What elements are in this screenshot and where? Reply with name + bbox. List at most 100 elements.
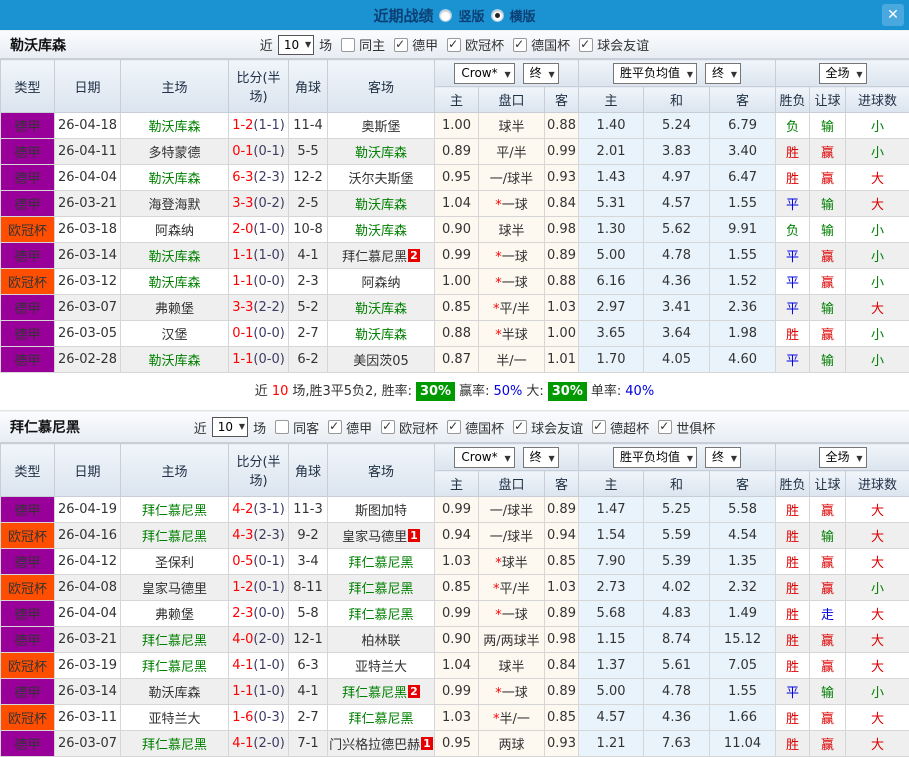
away-team-name[interactable]: 勒沃库森	[355, 224, 407, 239]
odds-home: 0.99	[435, 497, 479, 523]
odds-company-select[interactable]: Crow*	[454, 63, 514, 84]
league-filter-checkbox[interactable]	[447, 38, 461, 52]
away-team-name[interactable]: 拜仁慕尼黑	[342, 250, 407, 265]
odds-away: 0.89	[545, 601, 579, 627]
result-outcome: 平	[776, 347, 810, 373]
result-outcome: 平	[776, 679, 810, 705]
score-fulltime: 0-5	[232, 554, 253, 569]
mean-type-select[interactable]: 胜平负均值	[613, 63, 697, 84]
away-team-name[interactable]: 拜仁慕尼黑	[348, 712, 413, 727]
home-team-name[interactable]: 勒沃库森	[148, 354, 200, 369]
mean-type-select[interactable]: 胜平负均值	[613, 447, 697, 468]
home-team-name[interactable]: 拜仁慕尼黑	[142, 738, 207, 753]
subcol-header: 和	[644, 87, 710, 113]
home-team-name[interactable]: 亚特兰大	[148, 712, 200, 727]
odds-away: 0.89	[545, 243, 579, 269]
home-team-name[interactable]: 勒沃库森	[148, 686, 200, 701]
odds-company-select[interactable]: Crow*	[454, 447, 514, 468]
scope-select[interactable]: 全场	[819, 447, 867, 468]
handicap-line: *一球	[479, 243, 545, 269]
home-team-name[interactable]: 海登海默	[148, 198, 200, 213]
titlebar: 近期战绩 竖版 横版 ✕	[0, 0, 909, 30]
odds-stage-select[interactable]: 终	[523, 63, 559, 84]
score-fulltime: 1-1	[232, 274, 253, 289]
away-team-name[interactable]: 门兴格拉德巴赫	[329, 738, 420, 753]
odds-stage-select[interactable]: 终	[523, 447, 559, 468]
away-team-name[interactable]: 美因茨05	[353, 354, 409, 369]
home-team-name[interactable]: 拜仁慕尼黑	[142, 504, 207, 519]
home-team-name[interactable]: 拜仁慕尼黑	[142, 634, 207, 649]
handicap-line: *一球	[479, 269, 545, 295]
home-team-name[interactable]: 弗赖堡	[155, 608, 194, 623]
league-filter-checkbox[interactable]	[658, 420, 672, 434]
subcol-header: 客	[545, 87, 579, 113]
league-filter-checkbox[interactable]	[447, 420, 461, 434]
mean-stage-select[interactable]: 终	[705, 63, 741, 84]
league-filter-checkbox[interactable]	[513, 38, 527, 52]
home-team-name[interactable]: 拜仁慕尼黑	[142, 660, 207, 675]
league-filter-checkbox[interactable]	[394, 38, 408, 52]
league-filter-checkbox[interactable]	[579, 38, 593, 52]
home-team-name[interactable]: 勒沃库森	[148, 276, 200, 291]
away-team-name[interactable]: 勒沃库森	[355, 302, 407, 317]
close-button[interactable]: ✕	[882, 4, 904, 26]
result-handicap: 赢	[810, 575, 846, 601]
home-team-name[interactable]: 多特蒙德	[148, 146, 200, 161]
away-team-name[interactable]: 勒沃库森	[355, 146, 407, 161]
recent-count-select[interactable]: 10	[278, 35, 314, 55]
same-venue-checkbox[interactable]	[275, 420, 289, 434]
away-team-name[interactable]: 奥斯堡	[361, 120, 400, 135]
away-team-name[interactable]: 拜仁慕尼黑	[348, 582, 413, 597]
score-cell: 1-2(0-1)	[229, 575, 289, 601]
home-team-name[interactable]: 阿森纳	[155, 224, 194, 239]
home-team-name[interactable]: 皇家马德里	[142, 582, 207, 597]
subcol-header: 客	[545, 471, 579, 497]
league-filter-checkbox[interactable]	[513, 420, 527, 434]
home-team-name[interactable]: 勒沃库森	[148, 172, 200, 187]
home-team-cell: 海登海默	[121, 191, 229, 217]
odds-home: 0.99	[435, 601, 479, 627]
away-team-name[interactable]: 柏林联	[361, 634, 400, 649]
league-type-badge: 德甲	[1, 191, 55, 217]
layout-radio-vertical-label[interactable]: 竖版	[458, 6, 484, 25]
away-team-name[interactable]: 皇家马德里	[342, 530, 407, 545]
home-team-cell: 拜仁慕尼黑	[121, 523, 229, 549]
home-team-name[interactable]: 勒沃库森	[148, 120, 200, 135]
scope-select[interactable]: 全场	[819, 63, 867, 84]
mean-stage-select[interactable]: 终	[705, 447, 741, 468]
league-filter-checkbox[interactable]	[592, 420, 606, 434]
mean-away: 2.36	[710, 295, 776, 321]
mean-away: 1.55	[710, 679, 776, 705]
away-team-name[interactable]: 勒沃库森	[355, 328, 407, 343]
home-team-name[interactable]: 勒沃库森	[148, 250, 200, 265]
layout-radio-vertical[interactable]	[439, 9, 452, 22]
league-filter-checkbox[interactable]	[328, 420, 342, 434]
layout-radio-horizontal[interactable]	[491, 9, 504, 22]
home-team-name[interactable]: 圣保利	[155, 556, 194, 571]
score-halftime: (0-0)	[253, 274, 284, 289]
away-team-name[interactable]: 拜仁慕尼黑	[348, 608, 413, 623]
away-team-name[interactable]: 斯图加特	[355, 504, 407, 519]
match-date: 26-04-11	[55, 139, 121, 165]
handicap-text: 球半	[502, 556, 528, 571]
recent-count-select[interactable]: 10	[212, 417, 248, 437]
result-goals: 大	[846, 549, 909, 575]
home-team-name[interactable]: 拜仁慕尼黑	[142, 530, 207, 545]
home-team-name[interactable]: 弗赖堡	[155, 302, 194, 317]
home-team-cell: 弗赖堡	[121, 295, 229, 321]
big-rate-label: 大:	[526, 384, 543, 399]
mean-draw: 5.62	[644, 217, 710, 243]
away-team-name[interactable]: 阿森纳	[361, 276, 400, 291]
away-team-name[interactable]: 亚特兰大	[355, 660, 407, 675]
subcol-header: 客	[710, 87, 776, 113]
away-team-name[interactable]: 沃尔夫斯堡	[348, 172, 413, 187]
home-team-name[interactable]: 汉堡	[161, 328, 187, 343]
handicap-text: 两球	[498, 738, 524, 753]
away-team-name[interactable]: 拜仁慕尼黑	[348, 556, 413, 571]
league-filter-checkbox[interactable]	[381, 420, 395, 434]
same-venue-checkbox[interactable]	[341, 38, 355, 52]
odds-away: 1.01	[545, 347, 579, 373]
away-team-name[interactable]: 拜仁慕尼黑	[342, 686, 407, 701]
away-team-name[interactable]: 勒沃库森	[355, 198, 407, 213]
layout-radio-horizontal-label[interactable]: 横版	[510, 6, 536, 25]
